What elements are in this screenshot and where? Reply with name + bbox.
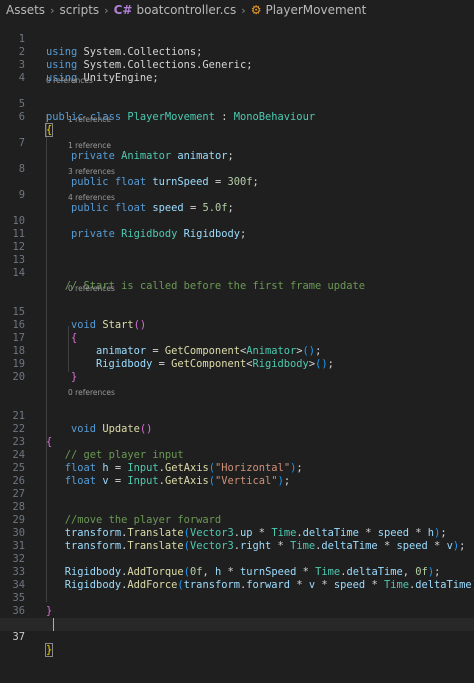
code-line: 20 <box>0 358 474 383</box>
code-line: 10 private Rigidbody Rigidbody; <box>0 202 474 240</box>
chevron-right-icon: › <box>241 3 246 17</box>
code-line: 4 <box>0 59 474 84</box>
code-line: 35 } <box>0 579 474 617</box>
code-line: 2 using System.Collections.Generic; <box>0 33 474 71</box>
code-line: 1 using System.Collections; <box>0 20 474 58</box>
code-line: 36 <box>0 592 474 617</box>
codelens[interactable]: 0 references <box>0 384 474 397</box>
code-line: 15 void Start() <box>0 293 474 331</box>
code-line: 17 animator = GetComponent<Animator>(); <box>0 319 474 357</box>
code-line: 7 private Animator animator; <box>0 124 474 162</box>
code-editor[interactable]: 1 using System.Collections; 2 using Syst… <box>0 20 474 657</box>
breadcrumb-item-scripts[interactable]: scripts <box>59 3 99 17</box>
class-symbol-icon: ⚙ <box>250 3 262 17</box>
codelens[interactable]: 1 reference <box>0 137 474 150</box>
breadcrumb: Assets › scripts › C# boatcontroller.cs … <box>0 0 474 20</box>
csharp-file-icon: C# <box>113 3 133 17</box>
line-number: 37 <box>12 631 25 643</box>
breadcrumb-item-class[interactable]: PlayerMovement <box>265 3 366 17</box>
code-line: 5 public class PlayerMovement : MonoBeha… <box>0 85 474 123</box>
code-line: 6 { <box>0 98 474 137</box>
codelens[interactable]: 0 references <box>0 72 474 85</box>
code-line: 3 using UnityEngine; <box>0 46 474 84</box>
code-line: 11 <box>0 215 474 240</box>
codelens[interactable]: 0 references <box>0 280 474 293</box>
code-line: 12 <box>0 228 474 253</box>
code-line-active: 37 } <box>0 618 474 657</box>
codelens[interactable]: 3 references <box>0 163 474 176</box>
code-line: 9 public float speed = 5.0f; <box>0 176 474 214</box>
code-line: 23 // get player input <box>0 423 474 461</box>
code-line: 22 { <box>0 410 474 448</box>
code-line: 34 <box>0 566 474 591</box>
code-line: 29 transform.Translate(Vector3.up * Time… <box>0 501 474 539</box>
breadcrumb-item-file[interactable]: boatcontroller.cs <box>136 3 236 17</box>
code-line: 26 <box>0 462 474 487</box>
codelens[interactable]: 1 reference <box>0 111 474 124</box>
code-line: 25 float v = Input.GetAxis("Vertical"); <box>0 449 474 487</box>
code-line: 27 <box>0 475 474 500</box>
code-line: 16 { <box>0 306 474 344</box>
code-line: 30 transform.Translate(Vector3.right * T… <box>0 514 474 552</box>
code-line: 24 float h = Input.GetAxis("Horizontal")… <box>0 436 474 474</box>
codelens[interactable]: 4 references <box>0 189 474 202</box>
code-line: 31 <box>0 527 474 552</box>
breadcrumb-item-assets[interactable]: Assets <box>6 3 45 17</box>
code-line: 28 //move the player forward <box>0 488 474 526</box>
text-caret <box>53 618 54 631</box>
code-line: 18 Rigidbody = GetComponent<Rigidbody>()… <box>0 332 474 370</box>
code-line: 14 // Start is called before the first f… <box>0 254 474 292</box>
chevron-right-icon: › <box>104 3 109 17</box>
code-line: 8 public float turnSpeed = 300f; <box>0 150 474 188</box>
code-line: 13 <box>0 241 474 266</box>
code-line: 33 Rigidbody.AddForce(transform.forward … <box>0 553 474 591</box>
code-line: 21 void Update() <box>0 397 474 435</box>
code-line: 32 Rigidbody.AddTorque(0f, h * turnSpeed… <box>0 540 474 578</box>
chevron-right-icon: › <box>50 3 55 17</box>
code-line: 19 } <box>0 345 474 383</box>
